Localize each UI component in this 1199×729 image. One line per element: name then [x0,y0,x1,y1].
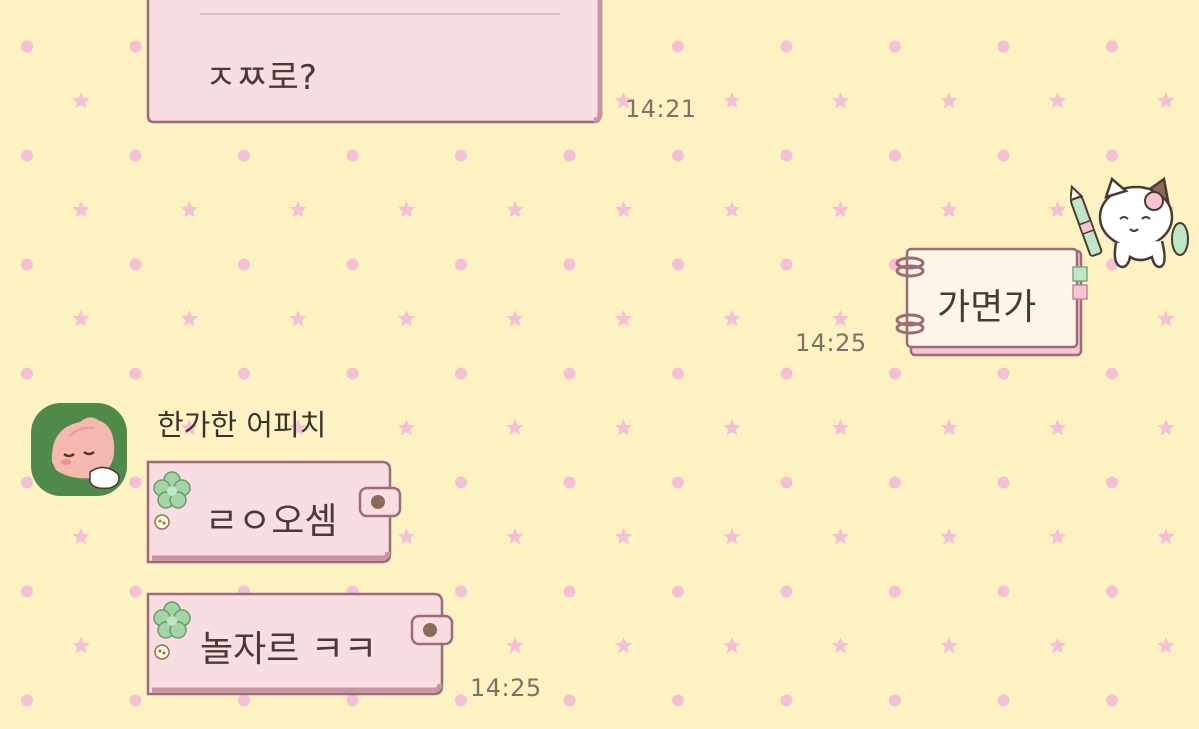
chat-background: ㅈㅉ로? 14:21 가면가 14:25 한가한 어피치 ㄹㅇ오셈 놀자르 ㅋㅋ… [0,0,1199,729]
notebook-ring-icon [895,313,925,335]
message-text: ㄹㅇ오셈 [205,501,338,542]
message-time: 14:25 [795,329,867,357]
flower-button-icon [153,601,191,660]
flower-button-icon [153,471,191,530]
avatar[interactable] [30,402,128,497]
message-time: 14:21 [625,95,697,123]
message-time: 14:25 [470,674,542,702]
message-text: 가면가 [937,287,1037,328]
message-text: 놀자르 ㅋㅋ [200,629,378,670]
message-text: ㅈㅉ로? [205,58,317,98]
notebook-ring-icon [895,256,925,278]
sender-name[interactable]: 한가한 어피치 [157,402,326,444]
cat-with-pen-sticker [1070,176,1189,269]
